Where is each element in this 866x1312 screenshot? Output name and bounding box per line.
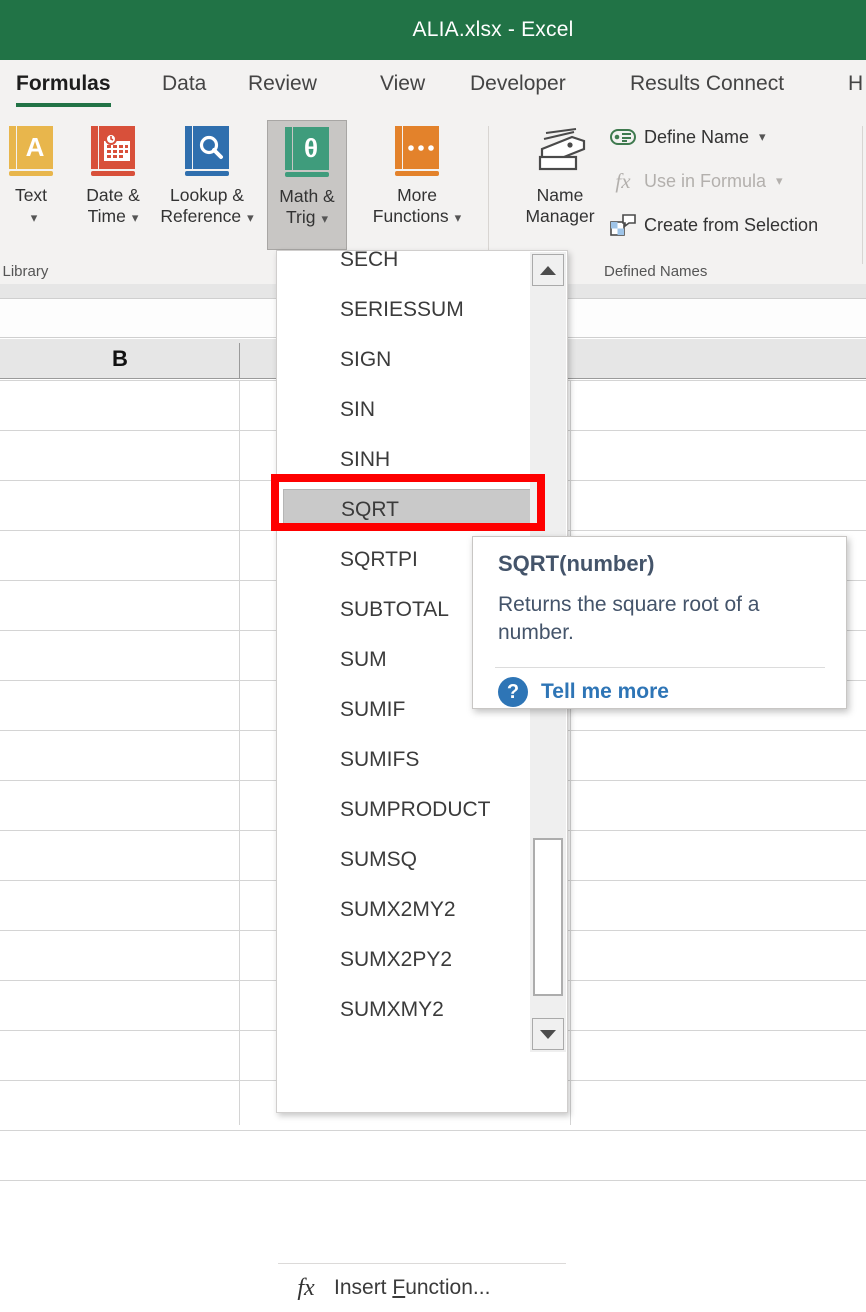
function-item[interactable]: SUMSQ [283, 839, 541, 881]
tab-view[interactable]: View [380, 72, 425, 98]
name-manager-label-line1: Name [536, 185, 584, 205]
scrollbar-thumb[interactable] [533, 838, 563, 996]
function-item[interactable]: SUMIFS [283, 739, 541, 781]
use-in-formula-label: Use in Formula [644, 170, 767, 191]
title-bar: ALIA.xlsx - Excel [0, 0, 866, 60]
function-item[interactable]: SINH [283, 439, 541, 481]
tell-me-more-link[interactable]: ? Tell me more [498, 677, 669, 707]
help-question-icon: ? [498, 677, 528, 707]
calendar-book-button[interactable]: Date & Time ▾ [68, 120, 158, 250]
math-trig-book-button[interactable]: θ Math & Trig ▾ [267, 120, 347, 250]
button-label-line1: Lookup & [170, 185, 244, 205]
button-label-line2: Trig [285, 207, 316, 228]
grid-column-line [239, 380, 240, 1125]
window-title: ALIA.xlsx - Excel [412, 18, 574, 41]
tell-me-more-label: Tell me more [541, 680, 669, 703]
button-label-line2: Time [87, 206, 126, 227]
function-item[interactable]: SIGN [283, 339, 541, 381]
tooltip-title: SQRT(number) [498, 551, 655, 576]
grid-row-line [0, 1180, 866, 1181]
name-manager-icon [532, 122, 588, 180]
tab-data[interactable]: Data [162, 72, 206, 98]
grid-column-line [570, 380, 571, 1125]
tab-formulas[interactable]: Formulas [16, 72, 111, 107]
create-from-selection-label: Create from Selection [644, 214, 819, 235]
function-item[interactable]: SERIESSUM [283, 289, 541, 331]
tooltip-description: Returns the square root of a number. [498, 593, 760, 644]
chevron-down-icon[interactable]: ▾ [321, 211, 328, 226]
chevron-down-icon[interactable]: ▾ [455, 210, 462, 225]
scroll-up-arrow-icon[interactable] [532, 254, 564, 286]
function-item-selected[interactable]: SQRT [283, 489, 551, 531]
text-book-icon: A [9, 122, 53, 180]
more-functions-book-button[interactable]: More Functions ▾ [363, 120, 471, 250]
lookup-book-button[interactable]: Lookup & Reference ▾ [151, 120, 263, 250]
group-divider-right [862, 126, 863, 264]
create-from-selection-icon [610, 214, 636, 236]
define-name-icon [610, 126, 636, 148]
tab-results-connect[interactable]: Results Connect [630, 72, 784, 98]
function-item[interactable]: SUMX2PY2 [283, 939, 541, 981]
tab-developer[interactable]: Developer [470, 72, 566, 98]
button-label-line2: Reference [160, 206, 242, 227]
name-manager-button[interactable]: Name Manager [506, 120, 614, 250]
group-divider [488, 126, 489, 264]
defined-names-group-label: Defined Names [604, 263, 708, 280]
insert-function-label-pre: Insert [334, 1276, 393, 1299]
column-header-b[interactable]: B [0, 339, 240, 379]
chevron-down-icon: ▾ [776, 173, 783, 188]
ribbon-tab-strip: Formulas Data Review View Developer Results C… [0, 60, 866, 112]
function-item[interactable]: SUMPRODUCT [283, 789, 541, 831]
tab-review[interactable]: Review [248, 72, 317, 98]
fx-icon: fx [297, 1274, 315, 1301]
function-item[interactable]: SIN [283, 389, 541, 431]
grid-row-line [0, 1130, 866, 1131]
button-label-line1: Math & [279, 186, 335, 206]
calendar-book-icon [91, 122, 135, 180]
math-trig-book-icon: θ [285, 123, 329, 181]
name-manager-label-line2: Manager [525, 206, 595, 227]
use-in-formula-command: fx Use in Formula ▾ [610, 168, 783, 193]
text-book-button[interactable]: A Text ▾ [0, 120, 62, 250]
chevron-down-icon[interactable]: ▾ [31, 210, 38, 225]
function-item[interactable]: SUMX2MY2 [283, 889, 541, 931]
create-from-selection-command[interactable]: Create from Selection [610, 214, 818, 236]
function-item[interactable]: SUMXMY2 [283, 989, 541, 1031]
more-functions-book-icon [395, 122, 439, 180]
scroll-down-arrow-icon[interactable] [532, 1018, 564, 1050]
fx-icon: fx [615, 168, 631, 193]
chevron-down-icon[interactable]: ▾ [247, 210, 254, 225]
insert-function-menu-item[interactable]: fx Insert Function... [278, 1264, 566, 1312]
insert-function-accesskey: F [392, 1276, 406, 1299]
button-label-line2: Functions [372, 206, 449, 227]
chevron-down-icon[interactable]: ▾ [132, 210, 139, 225]
lookup-book-icon [185, 122, 229, 180]
tab-h[interactable]: H [848, 72, 863, 98]
function-item[interactable]: SECH [283, 251, 541, 281]
button-label-line1: More [397, 185, 437, 205]
define-name-command[interactable]: Define Name ▾ [610, 126, 766, 148]
button-label-line1: Date & [86, 185, 140, 205]
tooltip-divider [495, 667, 825, 668]
sqrt-tooltip: SQRT(number) Returns the square root of … [472, 536, 847, 709]
function-item[interactable]: TAN [283, 1039, 541, 1051]
chevron-down-icon[interactable]: ▾ [759, 129, 766, 145]
define-name-label: Define Name [644, 126, 750, 147]
insert-function-label-post: unction... [405, 1276, 491, 1299]
button-label-line1: Text [14, 185, 48, 205]
